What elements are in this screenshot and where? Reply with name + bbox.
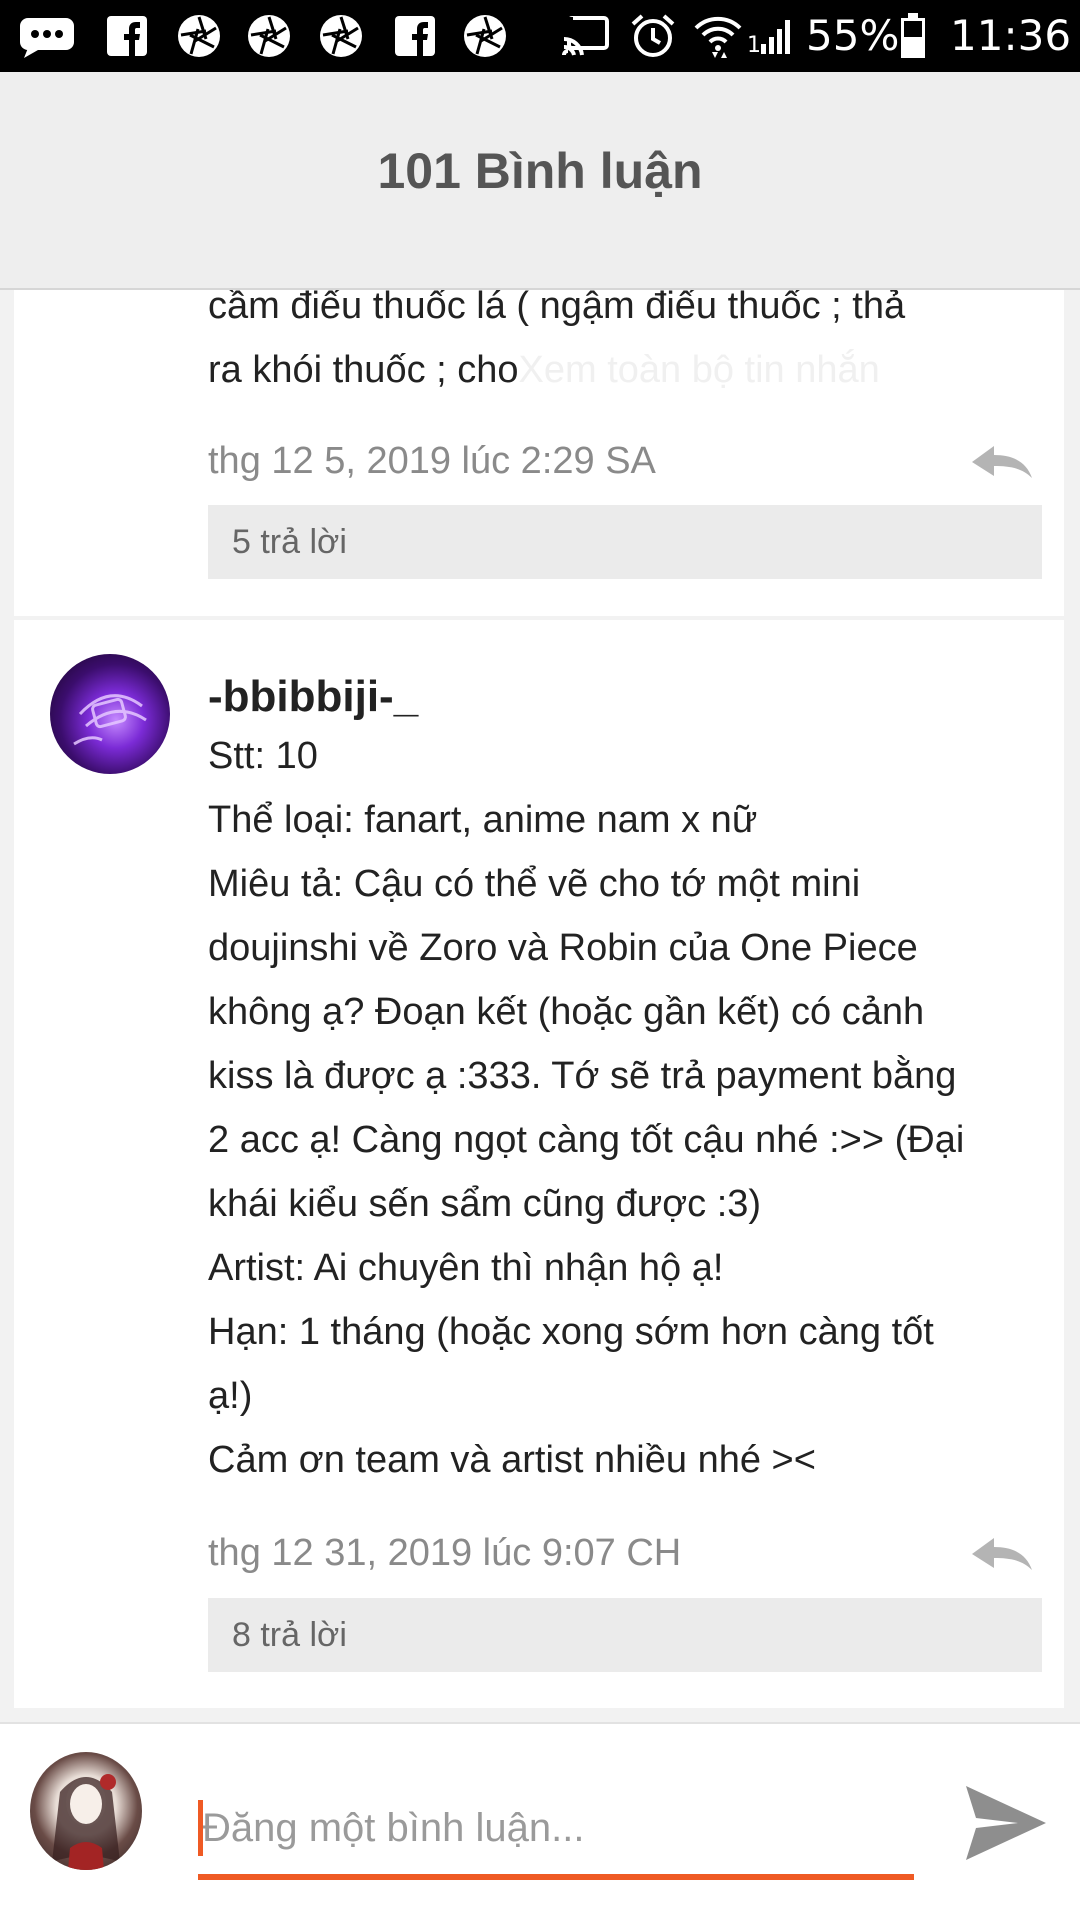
clock: 11:36 (950, 11, 1072, 60)
comment-line: cầm điếu thuốc lá ( ngậm điếu thuốc ; th… (208, 290, 906, 327)
wifi-icon (692, 12, 744, 60)
comment-line: khái kiểu sến sẩm cũng được :3) (208, 1183, 762, 1225)
comment-line: Hạn: 1 tháng (hoặc xong sớm hơn càng tốt (208, 1311, 934, 1353)
comment-timestamp: thg 12 5, 2019 lúc 2:29 SA (208, 440, 656, 482)
aperture-icon (460, 12, 510, 60)
comment-timestamp: thg 12 31, 2019 lúc 9:07 CH (208, 1532, 682, 1574)
facebook-icon (392, 12, 438, 60)
facebook-icon (104, 12, 150, 60)
replies-button[interactable]: 5 trả lời (208, 505, 1042, 579)
battery-icon (898, 12, 928, 60)
comment-line-text: ra khói thuốc ; cho (208, 349, 519, 391)
replies-count: 8 trả lời (232, 1616, 347, 1654)
comment-body: Stt: 10 Thể loại: fanart, anime nam x nữ… (208, 724, 1048, 1492)
messenger-icon (16, 12, 78, 60)
comment-list[interactable]: cầm điếu thuốc lá ( ngậm điếu thuốc ; th… (0, 290, 1080, 1722)
comment-line: doujinshi về Zoro và Robin của One Piece (208, 927, 918, 969)
alarm-icon (628, 12, 678, 60)
battery-percent: 55% (806, 11, 900, 60)
aperture-icon (174, 12, 224, 60)
comment-line: kiss là được ạ :333. Tớ sẽ trả payment b… (208, 1055, 957, 1097)
send-icon (966, 1786, 1046, 1860)
comment-username[interactable]: -bbibbiji-_ (208, 672, 418, 722)
avatar[interactable] (50, 654, 170, 774)
comment-line: Miêu tả: Cậu có thể vẽ cho tớ một mini (208, 863, 861, 905)
page-title: 101 Bình luận (377, 143, 703, 199)
signal-icon: 1 (746, 12, 796, 60)
aperture-icon (316, 12, 366, 60)
comment-line: không ạ? Đoạn kết (hoặc gần kết) có cảnh (208, 991, 925, 1033)
aperture-icon (244, 12, 294, 60)
comment-line: ạ!) (208, 1375, 253, 1417)
input-underline (198, 1874, 914, 1880)
see-full-message-link[interactable]: Xem toàn bộ tin nhắn (519, 349, 880, 391)
comment-card: -bbibbiji-_ Stt: 10 Thể loại: fanart, an… (14, 620, 1064, 1708)
reply-icon[interactable] (970, 442, 1034, 482)
comment-line: 2 acc ạ! Càng ngọt càng tốt cậu nhé :>> … (208, 1119, 965, 1161)
replies-count: 5 trả lời (232, 523, 347, 561)
svg-text:1: 1 (747, 33, 761, 56)
comment-composer (0, 1722, 1080, 1922)
comment-line: Thể loại: fanart, anime nam x nữ (208, 799, 758, 841)
send-button[interactable] (962, 1780, 1048, 1866)
comment-body: cầm điếu thuốc lá ( ngậm điếu thuốc ; th… (208, 290, 1048, 402)
comments-header: 101 Bình luận (0, 72, 1080, 290)
comment-input-wrapper (198, 1784, 914, 1880)
comment-input[interactable] (198, 1784, 914, 1872)
cast-icon (560, 12, 612, 60)
status-bar: 1 55% 11:36 (0, 0, 1080, 72)
comment-line: Cảm ơn team và artist nhiều nhé >< (208, 1439, 816, 1481)
comment-line: Artist: Ai chuyên thì nhận hộ ạ! (208, 1247, 724, 1289)
comment-card: cầm điếu thuốc lá ( ngậm điếu thuốc ; th… (14, 290, 1064, 616)
comment-line: Stt: 10 (208, 735, 318, 777)
reply-icon[interactable] (970, 1534, 1034, 1574)
my-avatar (30, 1752, 142, 1870)
text-caret (198, 1800, 203, 1856)
replies-button[interactable]: 8 trả lời (208, 1598, 1042, 1672)
comment-line: ra khói thuốc ; choXem toàn bộ tin nhắn (208, 338, 1048, 402)
